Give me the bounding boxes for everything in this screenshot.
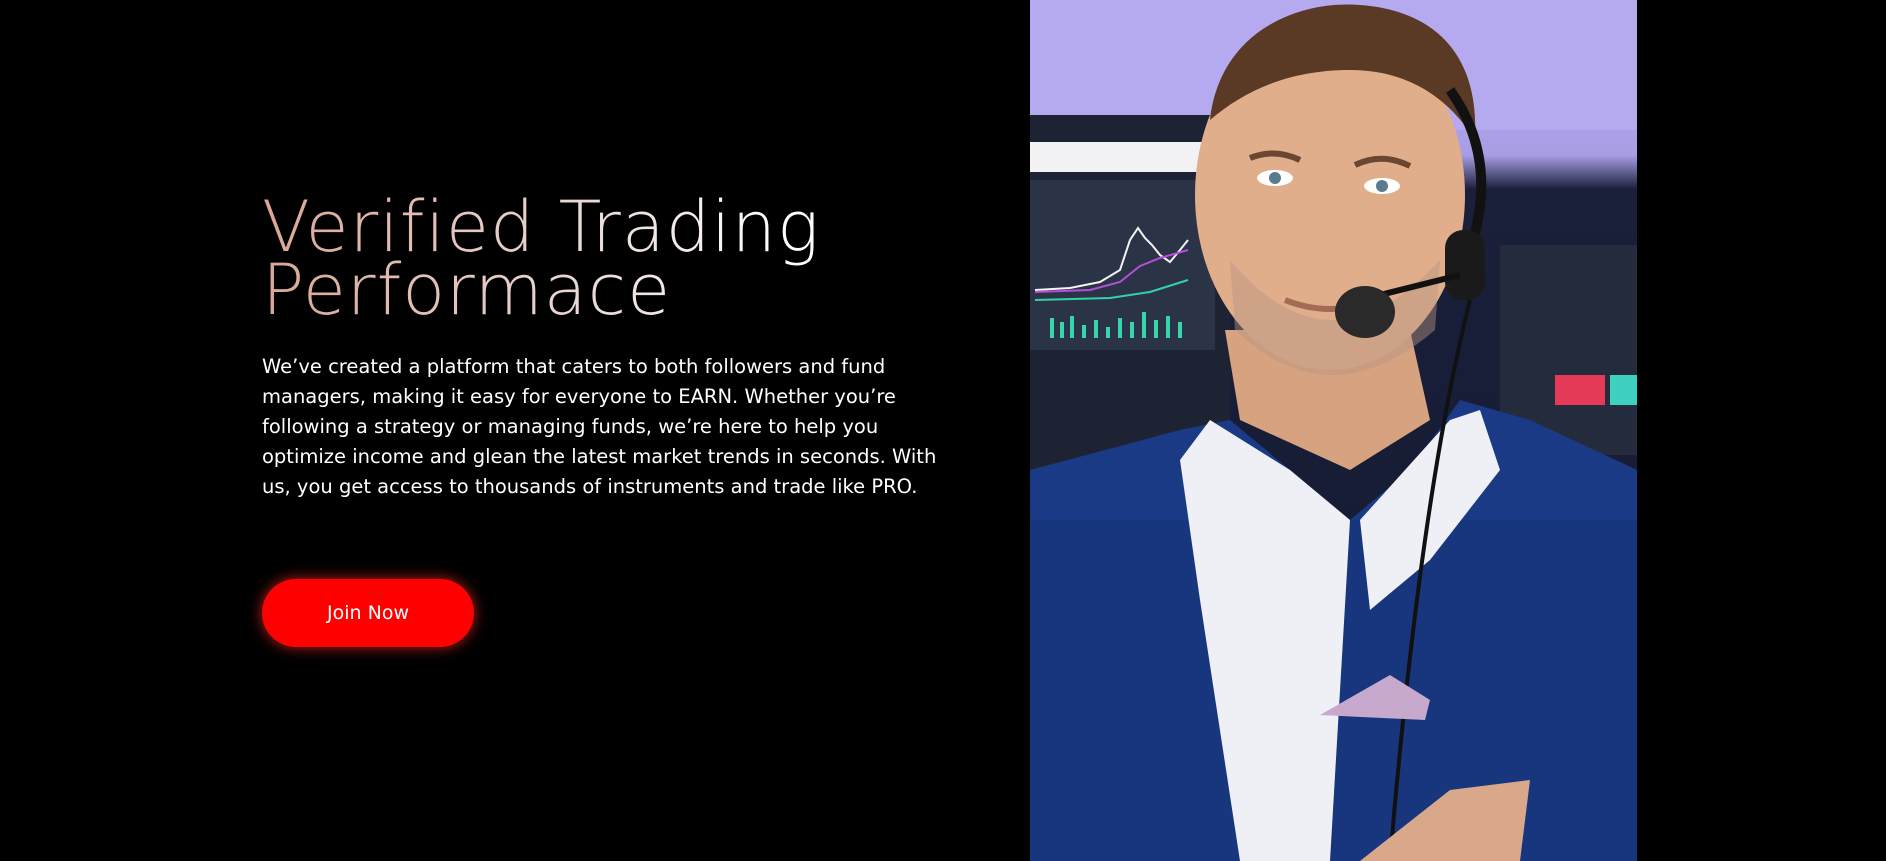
trader-photo bbox=[1030, 0, 1637, 861]
hero-title-line-2: Performace bbox=[262, 249, 672, 331]
hero-text-block: Verified Trading Performace We’ve create… bbox=[262, 196, 962, 502]
hero-description: We’ve created a platform that caters to … bbox=[262, 355, 937, 498]
hero-title: Verified Trading Performace bbox=[262, 196, 962, 322]
join-now-button[interactable]: Join Now bbox=[262, 579, 474, 647]
